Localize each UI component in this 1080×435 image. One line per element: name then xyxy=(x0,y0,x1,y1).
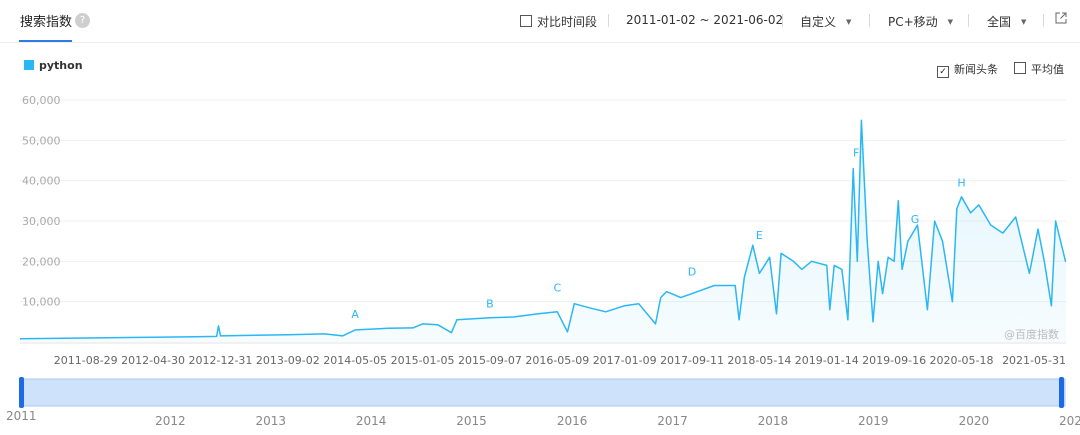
search-index-chart: 60,000 50,000 40,000 30,000 20,000 10,000 A B C… xyxy=(6,94,1080,428)
y-tick-label: 50,000 xyxy=(22,134,61,147)
brush-year-label: 2021 xyxy=(1059,414,1080,428)
y-tick-label: 40,000 xyxy=(22,175,61,188)
x-tick-label: 2020-05-18 xyxy=(930,354,994,367)
annotation-marker: D xyxy=(688,265,696,278)
x-tick-label: 2012-04-30 xyxy=(121,354,185,367)
x-tick-label: 2018-05-14 xyxy=(727,354,791,367)
brush-year-label: 2014 xyxy=(356,414,387,428)
brush-year-label: 2019 xyxy=(858,414,889,428)
x-tick-label: 2019-09-16 xyxy=(862,354,926,367)
brush-year-label: 2018 xyxy=(758,414,789,428)
x-tick-label: 2013-09-02 xyxy=(256,354,320,367)
brush-year-label: 2012 xyxy=(155,414,186,428)
annotation-marker: G xyxy=(911,213,920,226)
annotation-marker: A xyxy=(351,308,359,321)
brush-year-label: 2011 xyxy=(6,409,37,423)
brush-year-label: 2017 xyxy=(657,414,688,428)
annotation-marker: H xyxy=(957,177,965,190)
y-tick-label: 30,000 xyxy=(22,215,61,228)
watermark: @百度指数 xyxy=(1004,328,1059,341)
x-tick-label: 2015-01-05 xyxy=(391,354,455,367)
range-selector[interactable] xyxy=(19,378,1066,407)
x-tick-label: 2016-05-09 xyxy=(525,354,589,367)
x-tick-label: 2017-09-11 xyxy=(660,354,724,367)
y-tick-label: 60,000 xyxy=(22,94,61,107)
annotation-marker: C xyxy=(553,282,561,295)
y-tick-label: 20,000 xyxy=(22,255,61,268)
brush-year-label: 2015 xyxy=(456,414,487,428)
series-area xyxy=(20,120,1066,342)
x-tick-label: 2015-09-07 xyxy=(458,354,522,367)
annotation-marker: E xyxy=(756,229,763,242)
range-handle-left[interactable] xyxy=(19,377,24,408)
brush-year-label: 2016 xyxy=(557,414,588,428)
range-handle-right[interactable] xyxy=(1059,377,1064,408)
annotation-marker: F xyxy=(853,146,859,159)
x-tick-label: 2011-08-29 xyxy=(54,354,118,367)
annotation-marker: B xyxy=(486,298,494,311)
x-tick-label: 2012-12-31 xyxy=(188,354,252,367)
x-tick-label: 2019-01-14 xyxy=(795,354,859,367)
x-tick-label: 2021-05-31 xyxy=(1002,354,1066,367)
brush-year-label: 2013 xyxy=(256,414,287,428)
y-tick-label: 10,000 xyxy=(22,296,61,309)
x-tick-label: 2017-01-09 xyxy=(593,354,657,367)
brush-year-label: 2020 xyxy=(959,414,990,428)
x-tick-label: 2014-05-05 xyxy=(323,354,387,367)
